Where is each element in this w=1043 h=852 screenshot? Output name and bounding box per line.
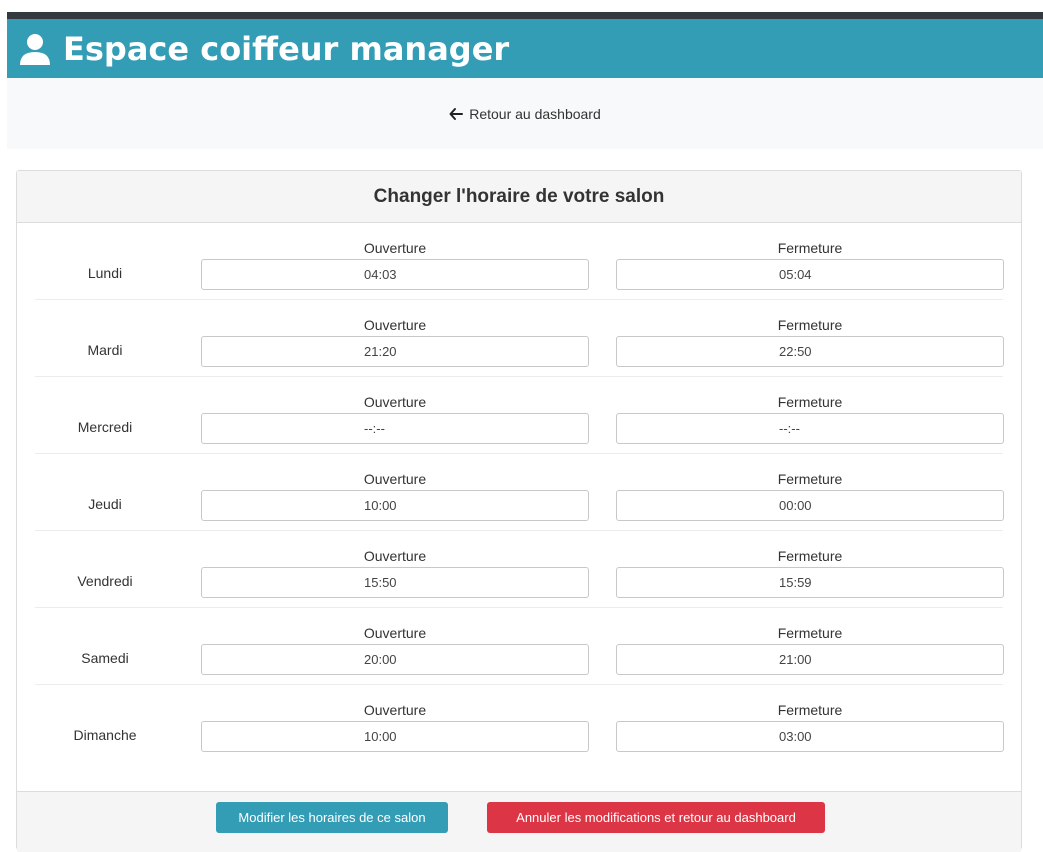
app-header: Espace coiffeur manager (7, 19, 1043, 78)
opening-time-input[interactable] (201, 413, 589, 444)
day-label: Dimanche (73, 727, 137, 743)
schedule-row-jeudi: Jeudi Ouverture Fermeture (35, 454, 1004, 531)
closing-field: Fermeture (616, 608, 1004, 675)
day-label: Samedi (81, 650, 129, 666)
user-icon (16, 30, 54, 68)
day-label: Lundi (87, 265, 123, 281)
schedule-row-vendredi: Vendredi Ouverture Fermeture (35, 531, 1004, 608)
closing-time-input[interactable] (616, 490, 1004, 521)
opening-field: Ouverture (201, 608, 589, 675)
closing-label: Fermeture (777, 240, 843, 256)
opening-field: Ouverture (201, 300, 589, 367)
opening-time-input[interactable] (201, 259, 589, 290)
day-label: Mercredi (77, 419, 133, 435)
app-title: Espace coiffeur manager (63, 29, 510, 68)
top-strip (0, 0, 1043, 12)
card-footer: Modifier les horaires de ce salon Annule… (17, 791, 1021, 852)
opening-field: Ouverture (201, 685, 589, 752)
nav-bar: Retour au dashboard (7, 78, 1043, 149)
opening-field: Ouverture (201, 223, 589, 290)
closing-label: Fermeture (777, 394, 843, 410)
opening-label: Ouverture (363, 471, 427, 487)
schedule-row-mardi: Mardi Ouverture Fermeture (35, 300, 1004, 377)
opening-time-input[interactable] (201, 644, 589, 675)
opening-time-input[interactable] (201, 490, 589, 521)
schedule-row-dimanche: Dimanche Ouverture Fermeture (35, 685, 1004, 762)
opening-field: Ouverture (201, 454, 589, 521)
day-label: Vendredi (77, 573, 133, 589)
closing-field: Fermeture (616, 300, 1004, 367)
back-to-dashboard-link[interactable]: Retour au dashboard (449, 106, 601, 122)
schedule-rows: Lundi Ouverture Fermeture Mardi Ouvertur… (17, 223, 1021, 762)
schedule-row-mercredi: Mercredi Ouverture Fermeture (35, 377, 1004, 454)
opening-label: Ouverture (363, 702, 427, 718)
closing-time-input[interactable] (616, 413, 1004, 444)
closing-time-input[interactable] (616, 336, 1004, 367)
schedule-card: Changer l'horaire de votre salon Lundi O… (16, 170, 1022, 852)
day-label: Mardi (87, 342, 123, 358)
opening-time-input[interactable] (201, 721, 589, 752)
schedule-row-samedi: Samedi Ouverture Fermeture (35, 608, 1004, 685)
closing-label: Fermeture (777, 317, 843, 333)
opening-time-input[interactable] (201, 567, 589, 598)
closing-time-input[interactable] (616, 567, 1004, 598)
closing-field: Fermeture (616, 454, 1004, 521)
closing-label: Fermeture (777, 548, 843, 564)
cancel-button[interactable]: Annuler les modifications et retour au d… (487, 802, 825, 833)
opening-time-input[interactable] (201, 336, 589, 367)
closing-field: Fermeture (616, 223, 1004, 290)
opening-label: Ouverture (363, 394, 427, 410)
closing-time-input[interactable] (616, 721, 1004, 752)
top-dark-bar (7, 12, 1043, 19)
closing-time-input[interactable] (616, 644, 1004, 675)
closing-label: Fermeture (777, 702, 843, 718)
opening-label: Ouverture (363, 317, 427, 333)
opening-label: Ouverture (363, 625, 427, 641)
closing-field: Fermeture (616, 377, 1004, 444)
closing-field: Fermeture (616, 531, 1004, 598)
card-title: Changer l'horaire de votre salon (17, 171, 1021, 223)
opening-label: Ouverture (363, 240, 427, 256)
arrow-left-icon (449, 107, 464, 121)
closing-label: Fermeture (777, 471, 843, 487)
opening-field: Ouverture (201, 531, 589, 598)
opening-field: Ouverture (201, 377, 589, 444)
schedule-row-lundi: Lundi Ouverture Fermeture (35, 223, 1004, 300)
closing-label: Fermeture (777, 625, 843, 641)
day-label: Jeudi (88, 496, 122, 512)
closing-field: Fermeture (616, 685, 1004, 752)
opening-label: Ouverture (363, 548, 427, 564)
submit-schedule-button[interactable]: Modifier les horaires de ce salon (216, 802, 448, 833)
back-link-label: Retour au dashboard (469, 105, 601, 122)
closing-time-input[interactable] (616, 259, 1004, 290)
